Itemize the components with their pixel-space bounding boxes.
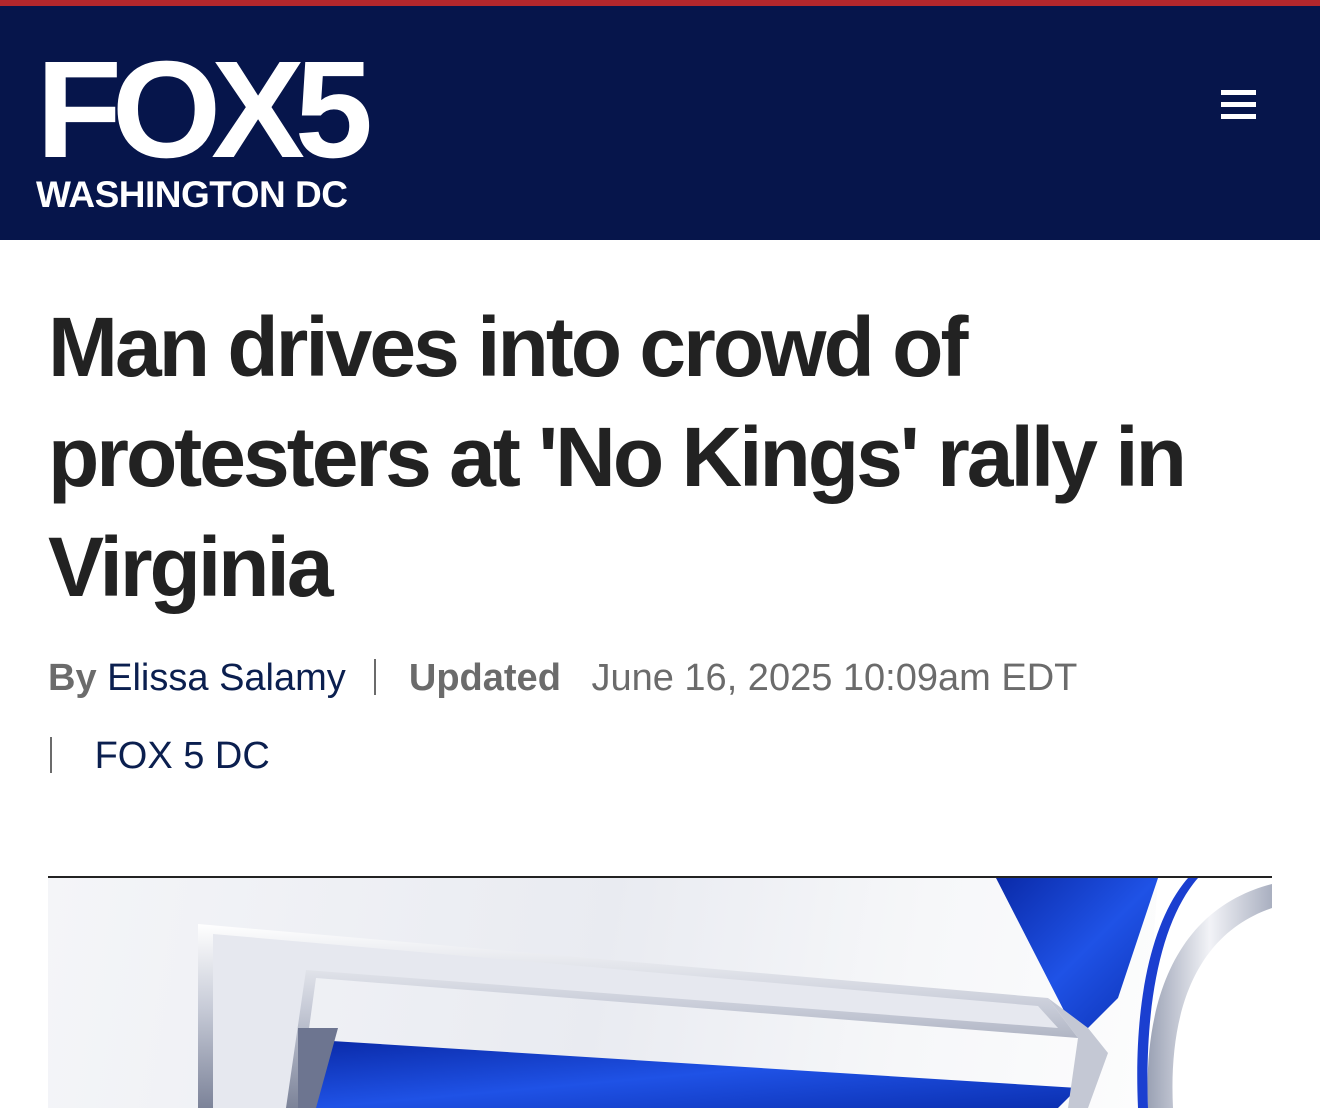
- updated-date: June 16, 2025 10:09am EDT: [591, 657, 1078, 699]
- updated-label: Updated: [408, 657, 561, 699]
- menu-bar: [1221, 90, 1256, 95]
- logo-subtitle: WASHINGTON DC: [36, 174, 348, 215]
- byline-prefix: By: [48, 657, 97, 699]
- hero-image-graphic: [198, 878, 1272, 1108]
- hero-image[interactable]: [48, 878, 1272, 1108]
- byline-separator: [374, 659, 377, 695]
- source-separator: [50, 737, 52, 773]
- menu-bar: [1221, 114, 1256, 119]
- article-byline: By Elissa Salamy Updated June 16, 2025 1…: [48, 652, 1278, 704]
- article-headline: Man drives into crowd of protesters at '…: [48, 300, 1187, 614]
- article-source: FOX 5 DC: [48, 730, 270, 782]
- source-link[interactable]: FOX 5 DC: [95, 735, 270, 777]
- site-header: FOX5 WASHINGTON DC: [0, 6, 1320, 240]
- fox5-logo[interactable]: FOX5 WASHINGTON DC: [36, 33, 386, 220]
- logo-wordmark: FOX5: [36, 33, 373, 187]
- author-link[interactable]: Elissa Salamy: [107, 657, 346, 699]
- hamburger-menu-icon[interactable]: [1214, 86, 1264, 130]
- menu-bar: [1221, 102, 1256, 107]
